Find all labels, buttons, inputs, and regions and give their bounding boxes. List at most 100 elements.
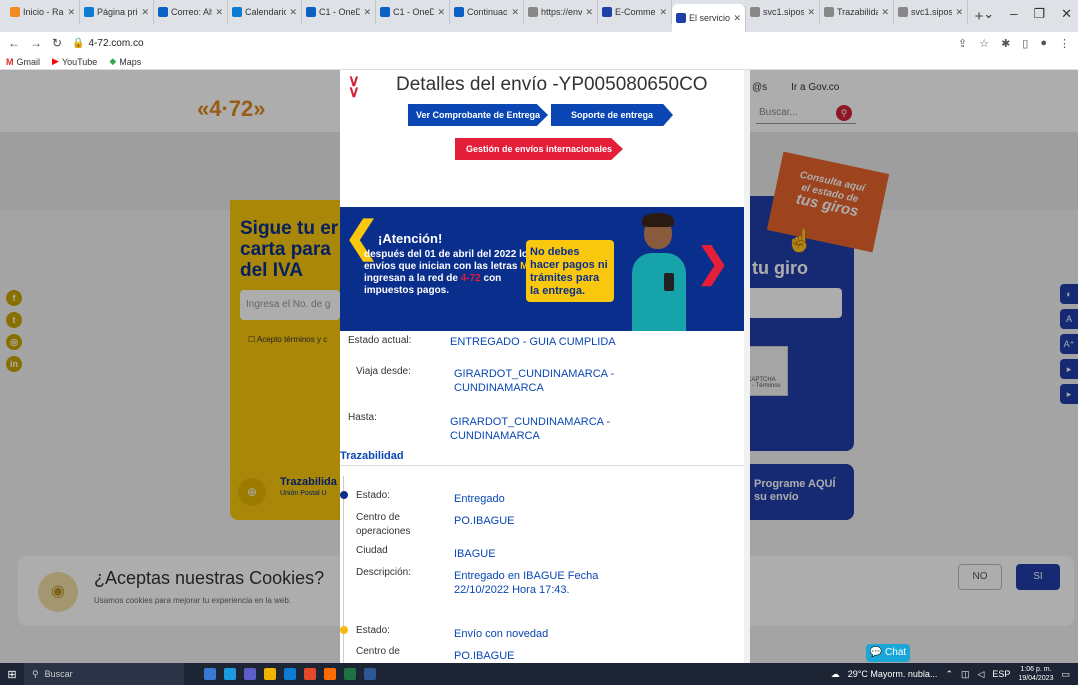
view-delivery-receipt-button[interactable]: Ver Comprobante de Entrega xyxy=(408,104,548,126)
browser-tab[interactable]: C1 - OneDr ✕ xyxy=(376,0,450,24)
tab-title: El servicio d xyxy=(689,13,731,23)
event-centro-value: PO.IBAGUE xyxy=(454,650,515,662)
browser-tab[interactable]: C1 - OneDr ✕ xyxy=(302,0,376,24)
tab-close-icon[interactable]: ✕ xyxy=(141,7,149,18)
modal-scrollbar[interactable] xyxy=(744,70,750,663)
favicon-icon xyxy=(824,7,834,17)
favicon-icon xyxy=(898,7,908,17)
event-descripcion-value: Entregado en IBAGUE Fecha 22/10/2022 Hor… xyxy=(454,570,599,596)
favicon-icon xyxy=(676,13,686,23)
network-icon[interactable]: ◫ xyxy=(961,669,970,680)
teams-icon[interactable] xyxy=(244,668,256,680)
menu-icon[interactable]: ⋮ xyxy=(1059,37,1070,50)
browser-tab[interactable]: E-Commerc✕ xyxy=(598,0,672,24)
close-window-button[interactable]: ✕ xyxy=(1061,6,1072,22)
tab-close-icon[interactable]: ✕ xyxy=(733,13,741,24)
profile-icon[interactable]: ● xyxy=(1040,37,1047,50)
language-indicator[interactable]: ESP xyxy=(992,669,1010,679)
timeline-dot-delivered xyxy=(340,491,348,499)
minimize-button[interactable]: – xyxy=(1010,6,1017,22)
taskbar-search[interactable]: ⚲ Buscar xyxy=(24,663,184,685)
tab-list: Inicio - Ran✕Página princ✕Correo: Alfr✕C… xyxy=(6,0,968,32)
viaja-desde-value: GIRARDOT_CUNDINAMARCA - CUNDINAMARCA xyxy=(454,368,615,394)
event-centro-label: Centro de xyxy=(356,646,400,657)
tray-chevron-icon[interactable]: ⌃ xyxy=(945,669,953,680)
browser-tab[interactable]: Trazabilida ✕ xyxy=(820,0,894,24)
clock[interactable]: 1:06 p. m. 19/04/2023 xyxy=(1018,665,1053,683)
extensions-icon[interactable]: ✱ xyxy=(1001,37,1010,50)
chevron-logo-icon: ∨ ∨ xyxy=(348,73,360,101)
tab-close-icon[interactable]: ✕ xyxy=(67,7,75,18)
forward-icon[interactable]: → xyxy=(30,36,42,50)
event-estado-value: Entregado xyxy=(454,493,505,505)
tab-close-icon[interactable]: ✕ xyxy=(437,7,445,18)
reload-icon[interactable]: ↻ xyxy=(52,36,62,50)
volume-icon[interactable]: ◁ xyxy=(978,669,985,680)
browser-tab[interactable]: Correo: Alfr ✕ xyxy=(154,0,228,24)
chat-icon: 💬 xyxy=(869,647,883,658)
browser-tab[interactable]: Calendario: ✕ xyxy=(228,0,302,24)
search-icon: ⚲ xyxy=(32,668,39,679)
tab-close-icon[interactable]: ✕ xyxy=(215,7,223,18)
favicon-icon xyxy=(10,7,20,17)
windows-start-icon[interactable]: ⊞ xyxy=(0,668,24,681)
firefox-icon[interactable] xyxy=(324,668,336,680)
browser-tab[interactable]: El servicio d✕ xyxy=(672,4,746,32)
tab-close-icon[interactable]: ✕ xyxy=(659,7,667,18)
tab-close-icon[interactable]: ✕ xyxy=(807,7,815,18)
international-shipments-button[interactable]: Gestión de envíos internacionales xyxy=(455,138,623,160)
back-icon[interactable]: ← xyxy=(8,36,20,50)
browser-tab[interactable]: Continuació✕ xyxy=(450,0,524,24)
attention-note: No debes hacer pagos ni trámites para la… xyxy=(526,240,614,302)
tab-close-icon[interactable]: ✕ xyxy=(363,7,371,18)
url-field[interactable]: 🔒 4-72.com.co xyxy=(72,38,143,49)
tab-close-icon[interactable]: ✕ xyxy=(511,7,519,18)
browser-tab[interactable]: svc1.sipost ✕ xyxy=(746,0,820,24)
event-ciudad-value: IBAGUE xyxy=(454,548,496,560)
mail-icon[interactable] xyxy=(284,668,296,680)
weather-icon: ☁ xyxy=(830,668,840,679)
section-divider xyxy=(340,465,744,466)
tab-close-icon[interactable]: ✕ xyxy=(585,7,593,18)
browser-tab[interactable]: svc1.sipost ✕ xyxy=(894,0,968,24)
excel-icon[interactable] xyxy=(344,668,356,680)
attention-banner: ❮ ¡Atención! después del 01 de abril del… xyxy=(340,207,744,331)
tab-close-icon[interactable]: ✕ xyxy=(955,7,963,18)
hasta-value: GIRARDOT_CUNDINAMARCA - CUNDINAMARCA xyxy=(450,416,611,442)
tab-title: svc1.sipost xyxy=(911,7,953,17)
bookmark-maps[interactable]: ◆ Maps xyxy=(109,56,141,67)
chevron-right-icon: ❯ xyxy=(696,241,730,285)
taskbar-apps xyxy=(204,668,376,680)
favicon-icon xyxy=(380,7,390,17)
star-icon[interactable]: ☆ xyxy=(979,37,989,50)
browser-tab[interactable]: https://env ✕ xyxy=(524,0,598,24)
delivery-support-button[interactable]: Soporte de entrega xyxy=(551,104,673,126)
tab-search-icon[interactable]: ⌄ xyxy=(983,6,994,22)
bookmark-gmail[interactable]: M Gmail xyxy=(6,57,40,67)
tab-close-icon[interactable]: ✕ xyxy=(881,7,889,18)
bookmarks-bar: M Gmail ▶ YouTube ◆ Maps xyxy=(0,54,1078,70)
event-centro-label: Centro de operaciones xyxy=(356,512,411,537)
weather-text[interactable]: 29°C Mayorm. nubla... xyxy=(848,669,938,679)
sidebar-icon[interactable]: ▯ xyxy=(1022,37,1028,50)
file-explorer-icon[interactable] xyxy=(264,668,276,680)
bookmark-youtube[interactable]: ▶ YouTube xyxy=(52,56,97,67)
notifications-icon[interactable]: ▭ xyxy=(1061,669,1070,680)
chat-button[interactable]: 💬 Chat xyxy=(866,644,910,662)
tab-close-icon[interactable]: ✕ xyxy=(289,7,297,18)
url-text: 4-72.com.co xyxy=(88,37,144,49)
lock-icon: 🔒 xyxy=(72,37,85,49)
edge-icon[interactable] xyxy=(224,668,236,680)
event-centro-value: PO.IBAGUE xyxy=(454,515,515,527)
event-descripcion-label: Descripción: xyxy=(356,567,412,578)
browser-tab[interactable]: Página princ✕ xyxy=(80,0,154,24)
timeline-dot-novedad xyxy=(340,626,348,634)
event-ciudad-label: Ciudad xyxy=(356,545,388,556)
browser-tab[interactable]: Inicio - Ran ✕ xyxy=(6,0,80,24)
task-view-icon[interactable] xyxy=(204,668,216,680)
word-icon[interactable] xyxy=(364,668,376,680)
maximize-button[interactable]: ❐ xyxy=(1033,6,1045,22)
share-icon[interactable]: ⇪ xyxy=(958,37,967,50)
estado-actual-value: ENTREGADO - GUIA CUMPLIDA xyxy=(450,336,616,348)
chrome-icon[interactable] xyxy=(304,668,316,680)
